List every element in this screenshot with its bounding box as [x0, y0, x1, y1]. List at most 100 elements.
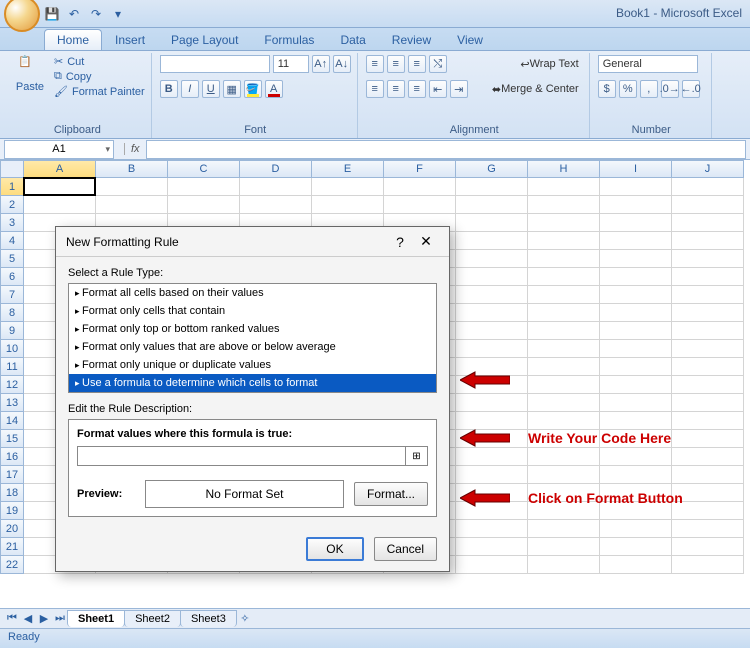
align-middle-icon[interactable]: ≡ — [387, 55, 405, 73]
column-header-D[interactable]: D — [240, 160, 312, 178]
row-header-7[interactable]: 7 — [0, 286, 24, 304]
tab-review[interactable]: Review — [379, 29, 444, 50]
cell-J12[interactable] — [672, 376, 744, 394]
new-sheet-icon[interactable]: ✧ — [237, 611, 253, 627]
cell-J6[interactable] — [672, 268, 744, 286]
shrink-font-icon[interactable]: A↓ — [333, 55, 351, 73]
cell-H10[interactable] — [528, 340, 600, 358]
cell-H11[interactable] — [528, 358, 600, 376]
font-color-button[interactable]: A — [265, 80, 283, 98]
underline-button[interactable]: U — [202, 80, 220, 98]
ok-button[interactable]: OK — [306, 537, 363, 561]
cell-C1[interactable] — [168, 178, 240, 196]
cell-J14[interactable] — [672, 412, 744, 430]
tab-page-layout[interactable]: Page Layout — [158, 29, 251, 50]
row-header-3[interactable]: 3 — [0, 214, 24, 232]
cell-I11[interactable] — [600, 358, 672, 376]
row-header-6[interactable]: 6 — [0, 268, 24, 286]
cell-G2[interactable] — [456, 196, 528, 214]
cell-H9[interactable] — [528, 322, 600, 340]
column-header-E[interactable]: E — [312, 160, 384, 178]
increase-indent-icon[interactable]: ⇥ — [450, 80, 468, 98]
format-painter-button[interactable]: 🖌 Format Painter — [54, 85, 145, 98]
column-header-A[interactable]: A — [24, 160, 96, 178]
cell-E1[interactable] — [312, 178, 384, 196]
office-button[interactable] — [4, 0, 40, 32]
dialog-title-bar[interactable]: New Formatting Rule ? ✕ — [56, 227, 449, 257]
cell-G22[interactable] — [456, 556, 528, 574]
currency-icon[interactable]: $ — [598, 80, 616, 98]
row-header-18[interactable]: 18 — [0, 484, 24, 502]
cell-G4[interactable] — [456, 232, 528, 250]
cell-G3[interactable] — [456, 214, 528, 232]
decrease-indent-icon[interactable]: ⇤ — [429, 80, 447, 98]
cell-J3[interactable] — [672, 214, 744, 232]
row-header-15[interactable]: 15 — [0, 430, 24, 448]
cell-J18[interactable] — [672, 484, 744, 502]
formula-input[interactable] — [146, 140, 746, 159]
copy-button[interactable]: ⧉ Copy — [54, 70, 145, 83]
sheet-nav-prev-icon[interactable]: ◀ — [20, 611, 36, 627]
cell-H2[interactable] — [528, 196, 600, 214]
orientation-icon[interactable]: ⤭ — [429, 55, 447, 73]
cell-G9[interactable] — [456, 322, 528, 340]
tab-home[interactable]: Home — [44, 29, 102, 50]
row-header-14[interactable]: 14 — [0, 412, 24, 430]
cell-I9[interactable] — [600, 322, 672, 340]
save-icon[interactable]: 💾 — [44, 6, 60, 22]
cell-F2[interactable] — [384, 196, 456, 214]
qat-dropdown-icon[interactable]: ▾ — [110, 6, 126, 22]
column-header-B[interactable]: B — [96, 160, 168, 178]
font-family-select[interactable] — [160, 55, 270, 73]
tab-view[interactable]: View — [444, 29, 496, 50]
row-header-1[interactable]: 1 — [0, 178, 24, 196]
row-header-10[interactable]: 10 — [0, 340, 24, 358]
cell-I8[interactable] — [600, 304, 672, 322]
cell-I10[interactable] — [600, 340, 672, 358]
redo-icon[interactable]: ↷ — [88, 6, 104, 22]
cell-J4[interactable] — [672, 232, 744, 250]
increase-decimal-icon[interactable]: .0→ — [661, 80, 679, 98]
column-header-G[interactable]: G — [456, 160, 528, 178]
fill-color-button[interactable]: 🪣 — [244, 80, 262, 98]
align-center-icon[interactable]: ≡ — [387, 80, 405, 98]
cell-J17[interactable] — [672, 466, 744, 484]
cell-H20[interactable] — [528, 520, 600, 538]
name-box[interactable]: A1 — [4, 140, 114, 159]
row-header-8[interactable]: 8 — [0, 304, 24, 322]
cell-I17[interactable] — [600, 466, 672, 484]
row-header-13[interactable]: 13 — [0, 394, 24, 412]
sheet-nav-first-icon[interactable]: ⏮ — [4, 611, 20, 627]
row-header-21[interactable]: 21 — [0, 538, 24, 556]
cell-H3[interactable] — [528, 214, 600, 232]
align-top-icon[interactable]: ≡ — [366, 55, 384, 73]
cell-H12[interactable] — [528, 376, 600, 394]
cell-J21[interactable] — [672, 538, 744, 556]
cell-A2[interactable] — [24, 196, 96, 214]
cell-J19[interactable] — [672, 502, 744, 520]
italic-button[interactable]: I — [181, 80, 199, 98]
cell-J22[interactable] — [672, 556, 744, 574]
cell-G6[interactable] — [456, 268, 528, 286]
cell-H6[interactable] — [528, 268, 600, 286]
cell-H5[interactable] — [528, 250, 600, 268]
cell-G5[interactable] — [456, 250, 528, 268]
row-header-4[interactable]: 4 — [0, 232, 24, 250]
paste-button[interactable]: 📋 Paste — [10, 55, 50, 93]
cell-J9[interactable] — [672, 322, 744, 340]
cancel-button[interactable]: Cancel — [374, 537, 437, 561]
cell-H8[interactable] — [528, 304, 600, 322]
column-header-I[interactable]: I — [600, 160, 672, 178]
cell-D2[interactable] — [240, 196, 312, 214]
comma-icon[interactable]: , — [640, 80, 658, 98]
cell-G17[interactable] — [456, 466, 528, 484]
cell-I3[interactable] — [600, 214, 672, 232]
sheet-tab-1[interactable]: Sheet1 — [67, 610, 125, 627]
cell-G8[interactable] — [456, 304, 528, 322]
cell-I20[interactable] — [600, 520, 672, 538]
sheet-nav-last-icon[interactable]: ⏭ — [52, 611, 68, 627]
cell-G1[interactable] — [456, 178, 528, 196]
cell-H21[interactable] — [528, 538, 600, 556]
cut-button[interactable]: ✂ Cut — [54, 55, 145, 68]
select-all-corner[interactable] — [0, 160, 24, 178]
